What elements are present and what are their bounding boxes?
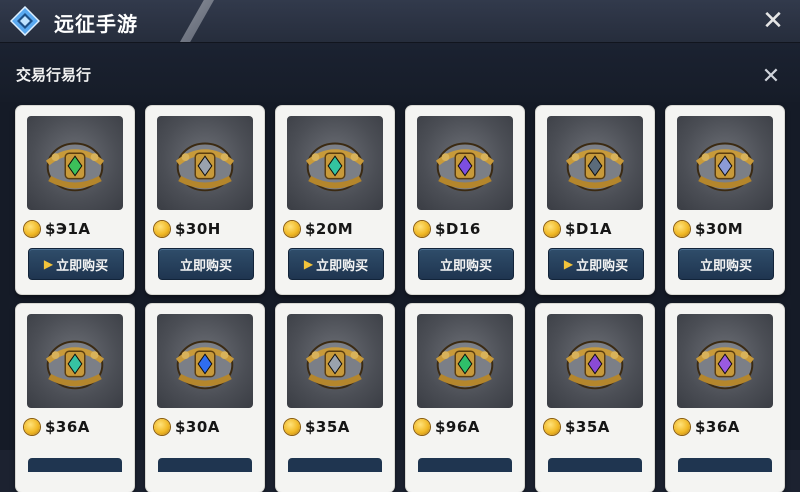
buy-now-label: 立即购买 (576, 258, 629, 274)
gold-coin-icon (414, 419, 430, 435)
armor-icon (157, 314, 253, 408)
price-row: $96A (414, 416, 520, 438)
price-row: $30H (154, 218, 260, 240)
pointer-icon: ▶ (563, 257, 574, 271)
gold-coin-icon (154, 221, 170, 237)
price-row: $30A (154, 416, 260, 438)
item-price: $35A (305, 418, 350, 436)
price-row: $30M (674, 218, 780, 240)
price-row: $36A (24, 416, 130, 438)
pointer-icon: ▶ (43, 257, 54, 271)
buy-now-button[interactable]: ▶ 立即购买 (28, 248, 124, 280)
title-divider (180, 0, 214, 42)
buy-now-label: 立即购买 (316, 258, 369, 274)
pointer-icon: ▶ (303, 257, 314, 271)
item-price: $D16 (435, 220, 481, 238)
armor-icon (157, 116, 253, 210)
item-card[interactable]: $D1A ▶ 立即购买 (536, 106, 654, 294)
buy-now-label: 立即购买 (179, 258, 232, 274)
armor-icon (547, 116, 643, 210)
buy-now-button[interactable] (678, 458, 772, 472)
item-price: $36A (45, 418, 90, 436)
item-card[interactable]: $D16 立即购买 (406, 106, 524, 294)
price-row: $36A (674, 416, 780, 438)
buy-now-label: 立即购买 (439, 258, 492, 274)
armor-icon (27, 314, 123, 408)
buy-now-button[interactable] (28, 458, 122, 472)
buy-now-label: 立即购买 (699, 258, 752, 274)
item-price: $36A (695, 418, 740, 436)
item-card[interactable]: $35A (276, 304, 394, 492)
gold-coin-icon (154, 419, 170, 435)
price-row: $D16 (414, 218, 520, 240)
gold-coin-icon (674, 221, 690, 237)
armor-icon (417, 116, 513, 210)
item-card[interactable]: $30M 立即购买 (666, 106, 784, 294)
buy-now-button[interactable]: ▶ 立即购买 (288, 248, 384, 280)
price-row: $35A (544, 416, 650, 438)
buy-now-button[interactable] (418, 458, 512, 472)
price-row: $Э1A (24, 218, 130, 240)
trade-panel: 交易行易行 ✕ $Э1A ▶ 立即购买 $30H 立即购买 $20M ▶ 立即购买 $D16 立即… (0, 44, 800, 492)
item-price: $35A (565, 418, 610, 436)
buy-now-button[interactable] (548, 458, 642, 472)
gold-coin-icon (24, 221, 40, 237)
item-card[interactable]: $35A (536, 304, 654, 492)
app-title: 远征手游 (54, 12, 138, 36)
gold-coin-icon (674, 419, 690, 435)
buy-now-button[interactable] (158, 458, 252, 472)
item-card[interactable]: $36A (16, 304, 134, 492)
panel-title: 交易行易行 (16, 66, 92, 84)
buy-now-label: 立即购买 (56, 258, 109, 274)
gold-coin-icon (24, 419, 40, 435)
armor-icon (417, 314, 513, 408)
armor-icon (677, 116, 773, 210)
buy-now-button[interactable]: 立即购买 (158, 248, 254, 280)
window-close-icon[interactable]: ✕ (760, 8, 786, 34)
item-grid: $Э1A ▶ 立即购买 $30H 立即购买 $20M ▶ 立即购买 $D16 立即购买 $D1A ▶ 立… (16, 106, 800, 492)
gold-coin-icon (544, 221, 560, 237)
item-price: $Э1A (45, 220, 91, 238)
item-card[interactable]: $20M ▶ 立即购买 (276, 106, 394, 294)
price-row: $D1A (544, 218, 650, 240)
armor-icon (287, 314, 383, 408)
item-card[interactable]: $30A (146, 304, 264, 492)
buy-now-button[interactable]: 立即购买 (418, 248, 514, 280)
item-card[interactable]: $36A (666, 304, 784, 492)
item-price: $30A (175, 418, 220, 436)
item-price: $96A (435, 418, 480, 436)
gold-coin-icon (544, 419, 560, 435)
item-price: $30M (695, 220, 744, 238)
armor-icon (677, 314, 773, 408)
panel-close-icon[interactable]: ✕ (760, 66, 782, 88)
item-price: $20M (305, 220, 354, 238)
app-logo-icon (10, 6, 40, 36)
gold-coin-icon (284, 419, 300, 435)
item-card[interactable]: $Э1A ▶ 立即购买 (16, 106, 134, 294)
item-card[interactable]: $96A (406, 304, 524, 492)
price-row: $35A (284, 416, 390, 438)
buy-now-button[interactable] (288, 458, 382, 472)
gold-coin-icon (414, 221, 430, 237)
item-price: $D1A (565, 220, 612, 238)
armor-icon (547, 314, 643, 408)
item-card[interactable]: $30H 立即购买 (146, 106, 264, 294)
buy-now-button[interactable]: ▶ 立即购买 (548, 248, 644, 280)
price-row: $20M (284, 218, 390, 240)
panel-header: 交易行易行 ✕ (0, 44, 800, 102)
buy-now-button[interactable]: 立即购买 (678, 248, 774, 280)
armor-icon (287, 116, 383, 210)
gold-coin-icon (284, 221, 300, 237)
title-bar: 远征手游 ✕ (0, 0, 800, 43)
armor-icon (27, 116, 123, 210)
item-price: $30H (175, 220, 221, 238)
